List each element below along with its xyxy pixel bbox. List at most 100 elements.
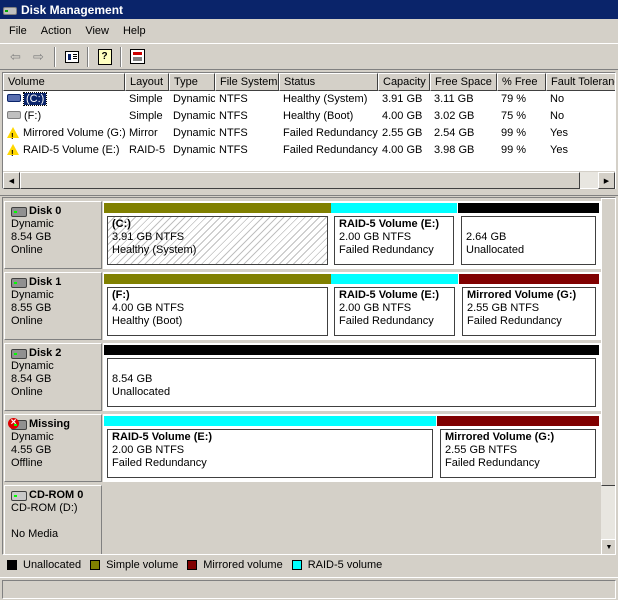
scroll-left-button[interactable]: ◀ xyxy=(3,172,20,189)
help-button[interactable]: ? xyxy=(93,46,116,67)
cell-type: Dynamic xyxy=(173,93,215,105)
partition-size: 2.55 GB NTFS xyxy=(445,444,518,456)
disk-row: Missing Dynamic 4.55 GB Offline RAID-5 V… xyxy=(3,414,601,482)
disk-row: CD-ROM 0 CD-ROM (D:) No Media xyxy=(3,485,601,554)
scroll-right-button[interactable]: ▶ xyxy=(598,172,615,189)
disk-name: Disk 1 xyxy=(29,276,62,288)
column-fault-tolerance[interactable]: Fault Tolerance xyxy=(546,73,615,91)
partition-status: Failed Redundancy xyxy=(445,457,540,469)
toolbar-separator xyxy=(54,46,56,67)
cell-free-space: 3.02 GB xyxy=(434,110,475,122)
column-type[interactable]: Type xyxy=(169,73,215,91)
settings-button[interactable] xyxy=(126,46,149,67)
cell-percent-free: 75 % xyxy=(501,110,527,122)
volume-row[interactable]: (F:) Simple Dynamic NTFS Healthy (Boot) … xyxy=(3,108,615,125)
volume-name: Mirrored Volume (G:) xyxy=(23,127,125,139)
back-button[interactable]: ⇦ xyxy=(4,46,27,67)
column-file-system[interactable]: File System xyxy=(215,73,279,91)
column-percent-free[interactable]: % Free xyxy=(497,73,546,91)
disk-size: 8.55 GB xyxy=(11,302,52,314)
menu-view[interactable]: View xyxy=(78,23,116,39)
partition-title: RAID-5 Volume (E:) xyxy=(112,431,213,443)
menu-help[interactable]: Help xyxy=(116,23,153,39)
partition-area: (C:) 3.91 GB NTFS Healthy (System) RAID-… xyxy=(103,201,601,269)
disk-info[interactable]: Missing Dynamic 4.55 GB Offline xyxy=(4,414,102,482)
toolbar-separator xyxy=(120,46,122,67)
vertical-scrollbar[interactable]: ▼ xyxy=(601,198,615,554)
toolbar-separator xyxy=(87,46,89,67)
volume-icon xyxy=(7,111,21,120)
warning-icon xyxy=(7,143,20,159)
partition-unallocated[interactable]: 8.54 GB Unallocated xyxy=(104,345,599,409)
partition-f[interactable]: (F:) 4.00 GB NTFS Healthy (Boot) xyxy=(104,274,331,338)
disk-row: Disk 0 Dynamic 8.54 GB Online (C:) 3.91 … xyxy=(3,201,601,269)
missing-disk-icon xyxy=(8,417,27,430)
partition-size: 4.00 GB NTFS xyxy=(112,302,185,314)
disk-info[interactable]: Disk 1 Dynamic 8.55 GB Online xyxy=(4,272,102,340)
legend-label: Mirrored volume xyxy=(203,559,283,571)
partition-body: 2.64 GB Unallocated xyxy=(461,216,596,265)
unallocated-bar xyxy=(104,345,599,355)
legend-label: RAID-5 volume xyxy=(307,559,383,571)
cell-volume: Mirrored Volume (G:) xyxy=(3,125,125,142)
disk-type: Dynamic xyxy=(11,289,54,301)
forward-button[interactable]: ⇨ xyxy=(27,46,50,67)
partition-status: Failed Redundancy xyxy=(112,457,207,469)
cdrom-area xyxy=(103,485,601,554)
partition-unallocated[interactable]: 2.64 GB Unallocated xyxy=(458,203,599,267)
disk-state: Online xyxy=(11,315,43,327)
cell-type: Dynamic xyxy=(173,127,215,139)
volume-name: (C:) xyxy=(22,92,48,106)
disk-info[interactable]: CD-ROM 0 CD-ROM (D:) No Media xyxy=(4,485,102,554)
scroll-thumb[interactable] xyxy=(601,198,615,486)
volume-row[interactable]: (C:) Simple Dynamic NTFS Healthy (System… xyxy=(3,91,615,108)
menu-action[interactable]: Action xyxy=(34,23,79,39)
legend-item: RAID-5 volume xyxy=(291,559,383,571)
properties-button[interactable] xyxy=(60,46,83,67)
disk-info[interactable]: Disk 0 Dynamic 8.54 GB Online xyxy=(4,201,102,269)
volume-row[interactable]: Mirrored Volume (G:) Mirror Dynamic NTFS… xyxy=(3,125,615,142)
scroll-thumb[interactable] xyxy=(20,172,580,189)
legend-swatch xyxy=(187,560,198,570)
status-bar xyxy=(0,577,618,600)
disk-name: Disk 0 xyxy=(29,205,62,217)
cell-status: Healthy (Boot) xyxy=(283,110,354,122)
scroll-down-button[interactable]: ▼ xyxy=(601,539,615,554)
cell-capacity: 3.91 GB xyxy=(382,93,423,105)
partition-raid5[interactable]: RAID-5 Volume (E:) 2.00 GB NTFS Failed R… xyxy=(331,274,458,338)
cell-percent-free: 99 % xyxy=(501,144,527,156)
volume-list-header: Volume Layout Type File System Status Ca… xyxy=(3,73,615,91)
cell-capacity: 2.55 GB xyxy=(382,127,423,139)
disk-map: Disk 0 Dynamic 8.54 GB Online (C:) 3.91 … xyxy=(2,197,616,555)
legend-item: Mirrored volume xyxy=(187,559,283,571)
menu-file[interactable]: File xyxy=(2,23,34,39)
volume-row[interactable]: RAID-5 Volume (E:) RAID-5 Dynamic NTFS F… xyxy=(3,142,615,159)
disk-size: 8.54 GB xyxy=(11,373,52,385)
column-status[interactable]: Status xyxy=(279,73,378,91)
partition-c[interactable]: (C:) 3.91 GB NTFS Healthy (System) xyxy=(104,203,331,267)
partition-size: 8.54 GB xyxy=(112,373,153,385)
cell-free-space: 3.11 GB xyxy=(434,93,474,105)
disk-name: CD-ROM 0 xyxy=(29,489,84,501)
raid5-volume-bar xyxy=(104,416,436,426)
status-pane xyxy=(2,580,616,599)
column-free-space[interactable]: Free Space xyxy=(430,73,497,91)
disk-size: 8.54 GB xyxy=(11,231,52,243)
partition-status: Unallocated xyxy=(112,386,171,398)
partition-raid5[interactable]: RAID-5 Volume (E:) 2.00 GB NTFS Failed R… xyxy=(104,416,436,480)
pane-splitter[interactable] xyxy=(0,190,618,196)
column-layout[interactable]: Layout xyxy=(125,73,169,91)
horizontal-scrollbar[interactable]: ◀ ▶ xyxy=(3,171,615,189)
partition-mirror[interactable]: Mirrored Volume (G:) 2.55 GB NTFS Failed… xyxy=(459,274,599,338)
partition-mirror[interactable]: Mirrored Volume (G:) 2.55 GB NTFS Failed… xyxy=(437,416,599,480)
legend-label: Unallocated xyxy=(23,559,82,571)
column-capacity[interactable]: Capacity xyxy=(378,73,430,91)
partition-size: 2.55 GB NTFS xyxy=(467,302,540,314)
column-volume[interactable]: Volume xyxy=(3,73,125,91)
partition-size: 3.91 GB NTFS xyxy=(112,231,185,243)
raid5-volume-bar xyxy=(331,274,458,284)
partition-raid5[interactable]: RAID-5 Volume (E:) 2.00 GB NTFS Failed R… xyxy=(331,203,457,267)
cell-volume: (C:) xyxy=(3,91,125,108)
disk-info[interactable]: Disk 2 Dynamic 8.54 GB Online xyxy=(4,343,102,411)
help-icon: ? xyxy=(97,48,112,65)
